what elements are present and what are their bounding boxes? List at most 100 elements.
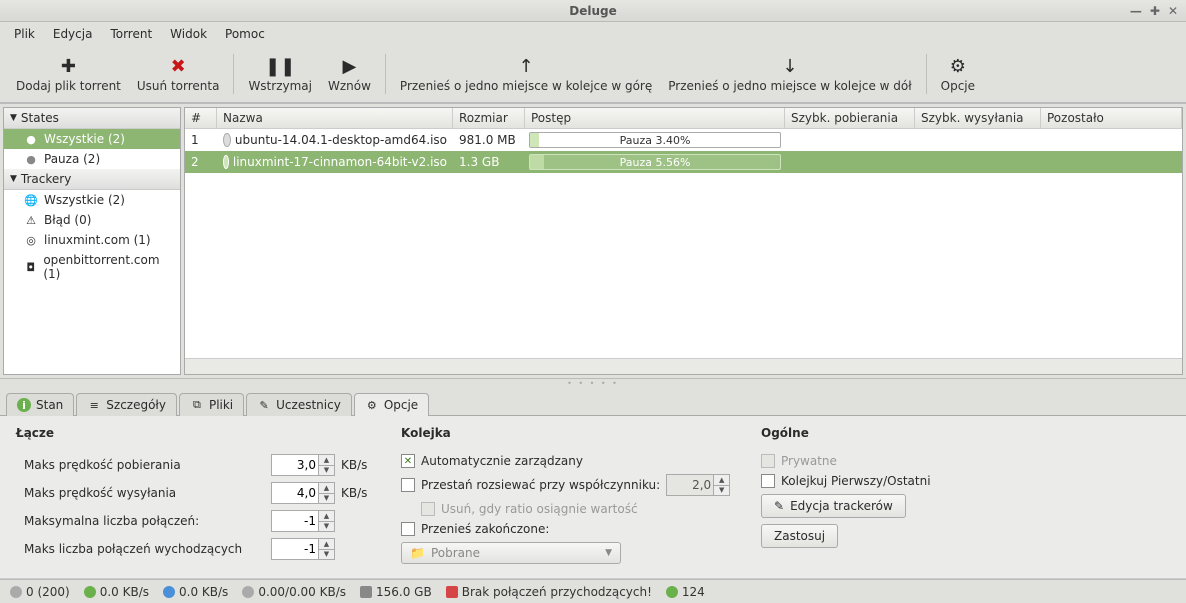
apply-label: Zastosuj bbox=[774, 529, 825, 543]
sidebar-item-label: openbittorrent.com (1) bbox=[43, 253, 174, 281]
add-icon: ✚ bbox=[61, 55, 76, 77]
max-out-input[interactable] bbox=[276, 542, 316, 556]
tab-label: Szczegóły bbox=[106, 398, 166, 412]
remove-ratio-label: Usuń, gdy ratio osiągnie wartość bbox=[441, 502, 638, 516]
auto-managed-label: Automatycznie zarządzany bbox=[421, 454, 583, 468]
spin-down-icon[interactable]: ▼ bbox=[318, 550, 334, 560]
toolbar-resume-button[interactable]: ▶Wznów bbox=[320, 50, 379, 98]
maximize-button[interactable]: ✚ bbox=[1150, 4, 1160, 18]
cell-num: 1 bbox=[185, 131, 217, 149]
dht-icon bbox=[666, 586, 678, 598]
max-out-label: Maks liczba połączeń wychodzących bbox=[16, 542, 265, 556]
toolbar-add-button[interactable]: ✚Dodaj plik torrent bbox=[8, 50, 129, 98]
close-button[interactable]: ✕ bbox=[1168, 4, 1178, 18]
toolbar-queue-up-button[interactable]: ↑Przenieś o jedno miejsce w kolejce w gó… bbox=[392, 50, 660, 98]
tab-options[interactable]: ⚙Opcje bbox=[354, 393, 429, 416]
move-completed-path: Pobrane bbox=[431, 546, 480, 560]
sidebar-header-trackers[interactable]: ▼ Trackery bbox=[4, 169, 180, 190]
max-out-spin[interactable]: ▲▼ bbox=[271, 538, 335, 560]
menu-widok[interactable]: Widok bbox=[162, 24, 215, 44]
horizontal-scrollbar[interactable] bbox=[185, 358, 1182, 374]
cell-ul bbox=[915, 138, 1041, 142]
toolbar-resume-label: Wznów bbox=[328, 79, 371, 93]
stop-ratio-spin: ▲▼ bbox=[666, 474, 730, 496]
column-headers: # Nazwa Rozmiar Postęp Szybk. pobierania… bbox=[185, 108, 1182, 129]
col-num[interactable]: # bbox=[185, 108, 217, 128]
max-dl-input[interactable] bbox=[276, 458, 316, 472]
upload-icon bbox=[163, 586, 175, 598]
tab-files[interactable]: ⧉Pliki bbox=[179, 393, 244, 416]
torrent-icon bbox=[223, 133, 231, 147]
torrent-rows[interactable]: 1ubuntu-14.04.1-desktop-amd64.iso981.0 M… bbox=[185, 129, 1182, 358]
unit-label: KB/s bbox=[341, 486, 371, 500]
toolbar-prefs-button[interactable]: ⚙Opcje bbox=[933, 50, 983, 98]
max-ul-input[interactable] bbox=[276, 486, 316, 500]
col-progress[interactable]: Postęp bbox=[525, 108, 785, 128]
toolbar-pause-button[interactable]: ❚❚Wstrzymaj bbox=[240, 50, 320, 98]
sidebar-item-linuxmint[interactable]: ◎linuxmint.com (1) bbox=[4, 230, 180, 250]
max-conn-spin[interactable]: ▲▼ bbox=[271, 510, 335, 532]
menu-edycja[interactable]: Edycja bbox=[45, 24, 101, 44]
status-inbound[interactable]: Brak połączeń przychodzących! bbox=[446, 585, 652, 599]
protocol-icon bbox=[242, 586, 254, 598]
sidebar-item-all-trackers[interactable]: 🌐Wszystkie (2) bbox=[4, 190, 180, 210]
sidebar-item-all[interactable]: ●Wszystkie (2) bbox=[4, 129, 180, 149]
move-completed-checkbox[interactable] bbox=[401, 522, 415, 536]
status-ul-speed[interactable]: 0.0 KB/s bbox=[163, 585, 228, 599]
cell-dl bbox=[785, 138, 915, 142]
minimize-button[interactable]: — bbox=[1130, 4, 1142, 18]
col-ul-speed[interactable]: Szybk. wysyłania bbox=[915, 108, 1041, 128]
first-last-checkbox[interactable] bbox=[761, 474, 775, 488]
status-dl-speed[interactable]: 0.0 KB/s bbox=[84, 585, 149, 599]
max-ul-spin[interactable]: ▲▼ bbox=[271, 482, 335, 504]
menu-plik[interactable]: Plik bbox=[6, 24, 43, 44]
max-dl-spin[interactable]: ▲▼ bbox=[271, 454, 335, 476]
tab-label: Uczestnicy bbox=[276, 398, 341, 412]
toolbar-queue-down-button[interactable]: ↓Przenieś o jedno miejsce w kolejce w dó… bbox=[660, 50, 919, 98]
status-disk[interactable]: 156.0 GB bbox=[360, 585, 432, 599]
chevron-down-icon: ▼ bbox=[605, 548, 612, 558]
spin-up-icon[interactable]: ▲ bbox=[318, 511, 334, 522]
sidebar-item-error[interactable]: ⚠Błąd (0) bbox=[4, 210, 180, 230]
spin-up-icon[interactable]: ▲ bbox=[318, 455, 334, 466]
col-name[interactable]: Nazwa bbox=[217, 108, 453, 128]
apply-button[interactable]: Zastosuj bbox=[761, 524, 838, 548]
table-row[interactable]: 1ubuntu-14.04.1-desktop-amd64.iso981.0 M… bbox=[185, 129, 1182, 151]
toolbar-pause-label: Wstrzymaj bbox=[248, 79, 312, 93]
table-row[interactable]: 2linuxmint-17-cinnamon-64bit-v2.iso1.3 G… bbox=[185, 151, 1182, 173]
tab-details[interactable]: ≡Szczegóły bbox=[76, 393, 177, 416]
sidebar-item-openbt[interactable]: ◘openbittorrent.com (1) bbox=[4, 250, 180, 284]
tab-peers[interactable]: ✎Uczestnicy bbox=[246, 393, 352, 416]
toolbar-remove-button[interactable]: ✖Usuń torrenta bbox=[129, 50, 228, 98]
pencil-icon: ✎ bbox=[774, 499, 784, 513]
col-dl-speed[interactable]: Szybk. pobierania bbox=[785, 108, 915, 128]
menu-pomoc[interactable]: Pomoc bbox=[217, 24, 273, 44]
spin-up-icon[interactable]: ▲ bbox=[318, 483, 334, 494]
auto-managed-checkbox[interactable]: ✕ bbox=[401, 454, 415, 468]
stop-ratio-checkbox[interactable] bbox=[401, 478, 415, 492]
cell-dl bbox=[785, 160, 915, 164]
splitter-handle[interactable]: • • • • • bbox=[0, 379, 1186, 388]
status-connections[interactable]: 0 (200) bbox=[10, 585, 70, 599]
sidebar-item-paused[interactable]: ●Pauza (2) bbox=[4, 149, 180, 169]
all-icon: ● bbox=[24, 132, 38, 146]
move-completed-combo: 📁 Pobrane ▼ bbox=[401, 542, 621, 564]
col-size[interactable]: Rozmiar bbox=[453, 108, 525, 128]
spin-down-icon[interactable]: ▼ bbox=[318, 522, 334, 532]
error-icon: ⚠ bbox=[24, 213, 38, 227]
max-ul-label: Maks prędkość wysyłania bbox=[16, 486, 265, 500]
queue-up-icon: ↑ bbox=[519, 55, 534, 77]
spin-up-icon[interactable]: ▲ bbox=[318, 539, 334, 550]
bandwidth-header: Łącze bbox=[16, 426, 371, 440]
edit-trackers-button[interactable]: ✎ Edycja trackerów bbox=[761, 494, 906, 518]
general-header: Ogólne bbox=[761, 426, 1021, 440]
tab-status[interactable]: iStan bbox=[6, 393, 74, 416]
status-dht[interactable]: 124 bbox=[666, 585, 705, 599]
spin-down-icon[interactable]: ▼ bbox=[318, 466, 334, 476]
sidebar-header-states[interactable]: ▼ States bbox=[4, 108, 180, 129]
col-eta[interactable]: Pozostało bbox=[1041, 108, 1182, 128]
max-conn-input[interactable] bbox=[276, 514, 316, 528]
spin-down-icon[interactable]: ▼ bbox=[318, 494, 334, 504]
status-protocol[interactable]: 0.00/0.00 KB/s bbox=[242, 585, 346, 599]
menu-torrent[interactable]: Torrent bbox=[102, 24, 160, 44]
